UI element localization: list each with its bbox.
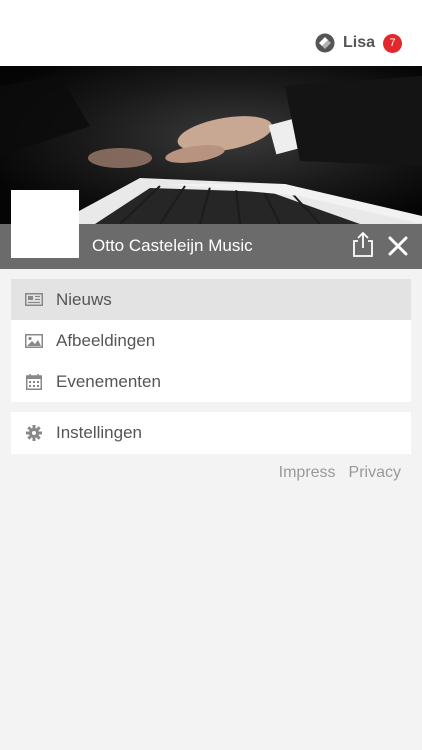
menu-item-afbeeldingen[interactable]: Afbeeldingen xyxy=(11,320,411,361)
app-logo-icon xyxy=(315,33,335,53)
menu-item-nieuws[interactable]: Nieuws xyxy=(11,279,411,320)
top-bar: Lisa 7 xyxy=(0,0,422,66)
notification-badge: 7 xyxy=(383,33,402,53)
menu-item-label: Instellingen xyxy=(56,423,143,442)
impress-link[interactable]: Impress xyxy=(279,464,336,482)
channel-title: Otto Casteleijn Music xyxy=(92,236,253,255)
image-icon xyxy=(25,333,43,349)
settings-menu: Instellingen xyxy=(11,412,411,454)
user-name: Lisa xyxy=(342,34,375,51)
content-area xyxy=(11,491,411,750)
newspaper-icon xyxy=(25,292,43,308)
menu-item-label: Afbeeldingen xyxy=(56,330,156,350)
share-icon[interactable] xyxy=(352,231,374,257)
calendar-icon xyxy=(25,373,43,390)
menu-item-label: Nieuws xyxy=(56,289,112,309)
user-account[interactable]: Lisa 7 xyxy=(315,33,402,53)
channel-avatar xyxy=(11,190,79,258)
footer-links: Impress Privacy xyxy=(266,464,401,482)
gear-icon xyxy=(25,424,43,442)
menu-item-instellingen[interactable]: Instellingen xyxy=(11,412,411,454)
menu-item-label: Evenementen xyxy=(56,371,161,391)
main-menu: Nieuws Afbeeldingen Evenementen xyxy=(11,279,411,402)
privacy-link[interactable]: Privacy xyxy=(349,464,401,482)
close-icon[interactable] xyxy=(388,236,408,256)
menu-item-evenementen[interactable]: Evenementen xyxy=(11,361,411,402)
